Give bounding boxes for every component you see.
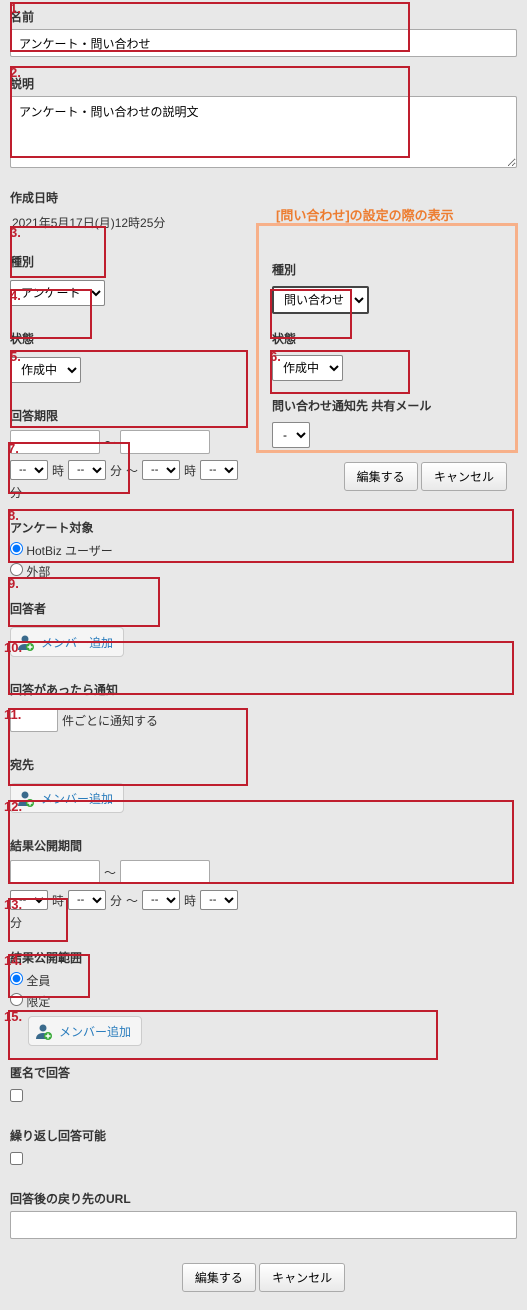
cancel-button[interactable]: キャンセル — [259, 1263, 345, 1292]
deadline-h1[interactable]: -- — [10, 460, 48, 480]
callout-cancel-button[interactable]: キャンセル — [421, 462, 507, 491]
deadline-m2[interactable]: -- — [200, 460, 238, 480]
section-returnurl: 回答後の戻り先のURL — [2, 1184, 525, 1239]
label-pubscope: 結果公開範囲 — [10, 943, 517, 966]
callout-status-label: 状態 — [272, 324, 507, 347]
label-created: 作成日時 — [10, 183, 517, 206]
pub-h2[interactable]: -- — [142, 890, 180, 910]
anno-num-10: 10. — [4, 640, 22, 655]
label-returnurl: 回答後の戻り先のURL — [10, 1184, 517, 1207]
anno-num-11: 11. — [4, 707, 21, 722]
anno-num-15: 15. — [4, 1009, 22, 1024]
anno-num-8: 8. — [8, 508, 19, 523]
target-opt1-label[interactable]: HotBiz ユーザー — [10, 544, 113, 558]
anno-num-13: 13. — [4, 897, 22, 912]
notify-suffix: 件ごとに通知する — [62, 712, 158, 729]
anno-num-4: 4. — [10, 288, 21, 303]
label-deadline: 回答期限 — [10, 401, 239, 424]
deadline-sep: ～ — [104, 434, 116, 451]
anno-num-5: 5. — [10, 349, 21, 364]
member-add-icon — [33, 1021, 53, 1041]
callout-type-select[interactable]: 問い合わせ — [272, 286, 369, 314]
section-pubperiod: 結果公開期間 ～ -- 時 -- 分 ～ -- 時 -- 分 — [2, 831, 262, 931]
pub-m1[interactable]: -- — [68, 890, 106, 910]
anon-checkbox[interactable] — [10, 1089, 23, 1102]
anno-num-12: 12. — [4, 799, 22, 814]
label-notify: 回答があったら通知 — [10, 675, 224, 698]
form-container: 名前 説明 アンケート・問い合わせの説明文 作成日時 2021年5月17日(月)… — [0, 0, 527, 1310]
anno-num-7: 7. — [8, 441, 19, 456]
anno-num-6: 6. — [270, 349, 281, 364]
repeat-checkbox[interactable] — [10, 1152, 23, 1165]
section-status: 状態 作成中 — [2, 324, 232, 389]
label-responder: 回答者 — [10, 594, 517, 617]
pubscope-opt2-label[interactable]: 限定 — [10, 995, 50, 1009]
target-opt2-radio[interactable] — [10, 563, 23, 576]
anno-num-2: 2. — [10, 65, 21, 80]
row-type-callout: 種別 アンケート 状態 作成中 回答期限 ～ — [2, 247, 525, 501]
section-pubscope: 結果公開範囲 全員 限定 メンバー追加 — [2, 943, 525, 1046]
pubscope-opt2-radio[interactable] — [10, 993, 23, 1006]
deadline-date-to[interactable] — [120, 430, 210, 454]
responder-add-button[interactable]: メンバー追加 — [10, 627, 124, 657]
pubscope-add-button[interactable]: メンバー追加 — [28, 1016, 142, 1046]
callout-title: [問い合わせ]の設定の際の表示 — [276, 205, 454, 224]
pubscope-opt1-label[interactable]: 全員 — [10, 974, 50, 988]
section-target: アンケート対象 HotBiz ユーザー 外部 — [2, 513, 232, 582]
section-repeat: 繰り返し回答可能 — [2, 1121, 525, 1172]
returnurl-input[interactable] — [10, 1211, 517, 1239]
dest-add-button[interactable]: メンバー追加 — [10, 783, 124, 813]
label-type: 種別 — [10, 247, 224, 270]
label-name: 名前 — [10, 2, 517, 25]
section-desc: 説明 アンケート・問い合わせの説明文 — [2, 69, 525, 171]
label-pubperiod: 結果公開期間 — [10, 831, 254, 854]
section-notify: 回答があったら通知 件ごとに通知する — [2, 675, 232, 738]
edit-button[interactable]: 編集する — [182, 1263, 256, 1292]
section-responder: 回答者 メンバー追加 — [2, 594, 525, 663]
anno-num-3: 3. — [10, 225, 21, 240]
input-name[interactable] — [10, 29, 517, 57]
callout-dest-select[interactable]: - — [272, 422, 310, 448]
label-anon: 匿名で回答 — [10, 1058, 517, 1081]
select-type[interactable]: アンケート — [10, 280, 105, 306]
callout-type-label: 種別 — [272, 255, 507, 278]
section-dest: 宛先 メンバー追加 — [2, 750, 525, 819]
anno-num-9: 9. — [8, 576, 19, 591]
section-name: 名前 — [2, 2, 525, 57]
section-anon: 匿名で回答 — [2, 1058, 525, 1109]
section-deadline: 回答期限 ～ -- 時 -- 分 ～ -- 時 -- 分 — [2, 401, 247, 501]
callout-panel: 種別 問い合わせ 状態 作成中 問い合わせ通知先 共有メール - 編集する キ — [262, 247, 517, 503]
deadline-h2[interactable]: -- — [142, 460, 180, 480]
anno-num-1: 1. — [10, 1, 21, 16]
textarea-desc[interactable]: アンケート・問い合わせの説明文 — [10, 96, 517, 168]
label-repeat: 繰り返し回答可能 — [10, 1121, 517, 1144]
label-status: 状態 — [10, 324, 224, 347]
section-type: 種別 アンケート — [2, 247, 232, 312]
label-desc: 説明 — [10, 69, 517, 92]
deadline-m1[interactable]: -- — [68, 460, 106, 480]
pub-date-from[interactable] — [10, 860, 100, 884]
callout-edit-button[interactable]: 編集する — [344, 462, 418, 491]
pub-m2[interactable]: -- — [200, 890, 238, 910]
callout-status-select[interactable]: 作成中 — [272, 355, 343, 381]
deadline-date-from[interactable] — [10, 430, 100, 454]
label-dest: 宛先 — [10, 750, 517, 773]
bottom-actions: 編集する キャンセル — [2, 1251, 525, 1308]
target-opt1-radio[interactable] — [10, 542, 23, 555]
anno-num-14: 14. — [4, 953, 22, 968]
pubscope-opt1-radio[interactable] — [10, 972, 23, 985]
pub-date-to[interactable] — [120, 860, 210, 884]
callout-dest-label: 問い合わせ通知先 共有メール — [272, 391, 507, 414]
label-target: アンケート対象 — [10, 513, 224, 536]
